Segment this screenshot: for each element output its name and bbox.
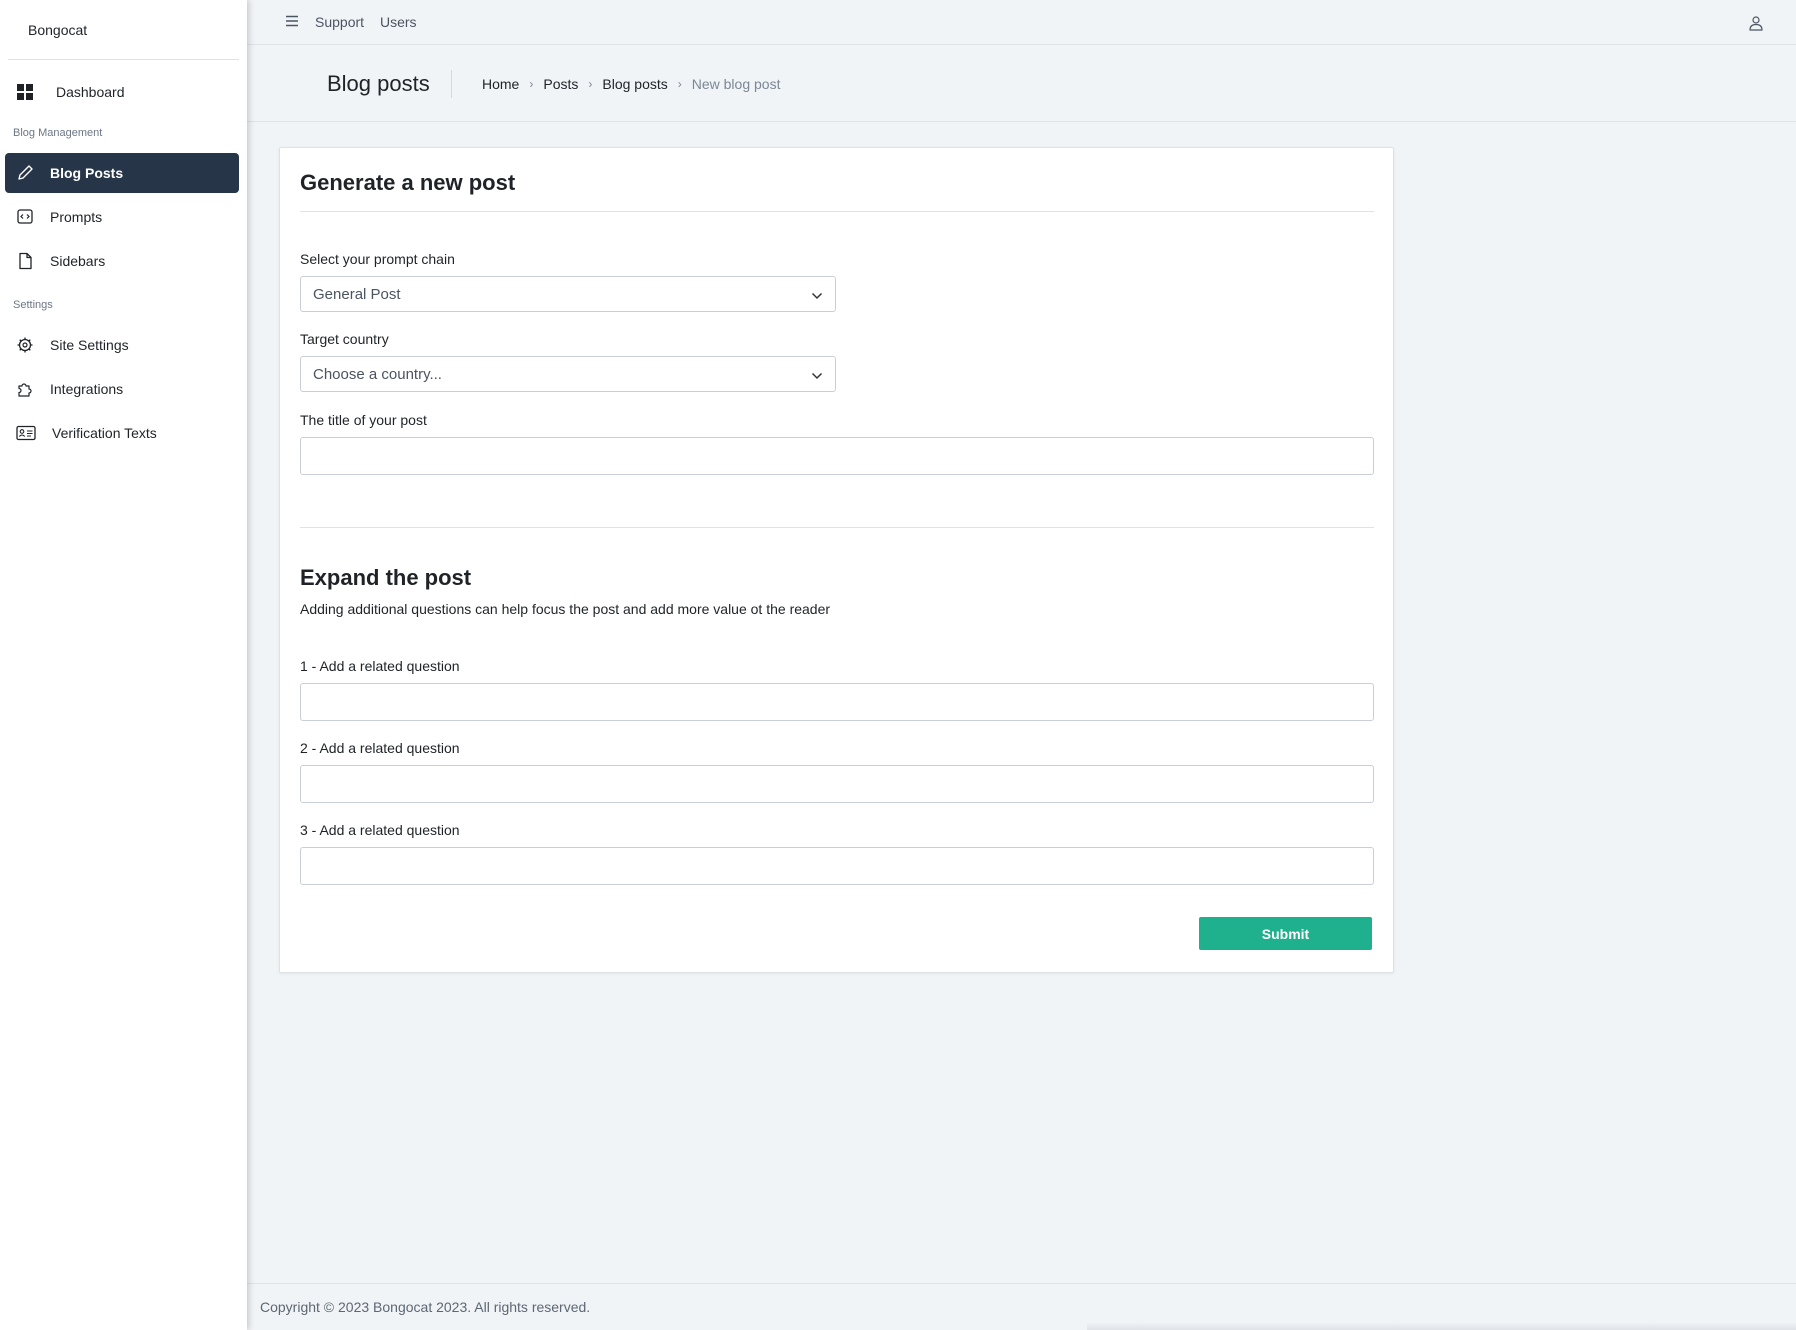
question-3-input[interactable] <box>300 847 1374 885</box>
breadcrumb: Home › Posts › Blog posts › New blog pos… <box>482 76 780 92</box>
sidebar: Bongocat Dashboard Blog Management Blog … <box>0 0 247 1330</box>
footer-shadow <box>1087 1322 1796 1330</box>
gear-icon <box>15 335 35 355</box>
sidebar-item-blog-posts[interactable]: Blog Posts <box>5 153 239 193</box>
sidebar-item-prompts[interactable]: Prompts <box>5 197 239 237</box>
target-country-placeholder: Choose a country... <box>313 365 442 383</box>
new-post-card: Generate a new post Select your prompt c… <box>279 147 1394 973</box>
dashboard-icon <box>15 82 35 102</box>
header-divider <box>451 70 452 98</box>
post-title-label: The title of your post <box>300 412 427 428</box>
breadcrumb-separator-icon: › <box>529 77 534 91</box>
sidebar-item-label: Blog Posts <box>50 165 124 181</box>
divider <box>300 211 1374 212</box>
sidebar-item-label: Dashboard <box>56 84 125 100</box>
target-country-label: Target country <box>300 331 389 347</box>
breadcrumb-blog-posts[interactable]: Blog posts <box>602 76 667 92</box>
top-link-support[interactable]: Support <box>315 14 364 30</box>
prompt-chain-label: Select your prompt chain <box>300 251 455 267</box>
breadcrumb-home[interactable]: Home <box>482 76 519 92</box>
post-title-input[interactable] <box>300 437 1374 475</box>
submit-button[interactable]: Submit <box>1199 917 1372 950</box>
expand-section-title: Expand the post <box>300 565 472 590</box>
target-country-select[interactable]: Choose a country... <box>300 356 836 392</box>
divider <box>300 527 1374 528</box>
sidebar-item-dashboard[interactable]: Dashboard <box>5 72 239 112</box>
brand-name[interactable]: Bongocat <box>8 0 239 60</box>
breadcrumb-current: New blog post <box>691 76 781 92</box>
sidebar-item-site-settings[interactable]: Site Settings <box>5 325 239 365</box>
pencil-icon <box>15 163 35 183</box>
page-title: Blog posts <box>327 71 430 96</box>
breadcrumb-separator-icon: › <box>588 77 593 91</box>
puzzle-icon <box>15 379 35 399</box>
sidebar-item-integrations[interactable]: Integrations <box>5 369 239 409</box>
expand-section-description: Adding additional questions can help foc… <box>300 601 831 617</box>
sidebar-item-label: Integrations <box>50 381 124 397</box>
file-icon <box>15 251 35 271</box>
user-icon[interactable] <box>1748 15 1764 31</box>
section-label-blog-management: Blog Management <box>13 127 103 139</box>
question-2-input[interactable] <box>300 765 1374 803</box>
hamburger-menu-icon[interactable] <box>285 14 299 28</box>
question-1-input[interactable] <box>300 683 1374 721</box>
sidebar-item-label: Verification Texts <box>52 425 157 441</box>
chevron-down-icon <box>811 289 823 301</box>
topbar: Support Users <box>247 0 1796 45</box>
breadcrumb-posts[interactable]: Posts <box>543 76 578 92</box>
section-label-settings: Settings <box>13 299 53 311</box>
prompt-chain-value: General Post <box>313 285 401 303</box>
card-title: Generate a new post <box>300 170 516 195</box>
sidebar-item-label: Sidebars <box>50 253 106 269</box>
footer: Copyright © 2023 Bongocat 2023. All righ… <box>247 1283 1796 1330</box>
question-1-label: 1 - Add a related question <box>300 658 460 674</box>
sidebar-item-verification-texts[interactable]: Verification Texts <box>5 413 239 453</box>
id-card-icon <box>15 423 37 443</box>
code-icon <box>15 207 35 227</box>
chevron-down-icon <box>811 369 823 381</box>
page-header: Blog posts Home › Posts › Blog posts › N… <box>247 45 1796 122</box>
prompt-chain-select[interactable]: General Post <box>300 276 836 312</box>
sidebar-item-sidebars[interactable]: Sidebars <box>5 241 239 281</box>
sidebar-item-label: Site Settings <box>50 337 129 353</box>
question-3-label: 3 - Add a related question <box>300 822 460 838</box>
breadcrumb-separator-icon: › <box>677 77 682 91</box>
sidebar-item-label: Prompts <box>50 209 103 225</box>
footer-copyright: Copyright © 2023 Bongocat 2023. All righ… <box>260 1299 591 1315</box>
question-2-label: 2 - Add a related question <box>300 740 460 756</box>
top-link-users[interactable]: Users <box>380 14 417 30</box>
